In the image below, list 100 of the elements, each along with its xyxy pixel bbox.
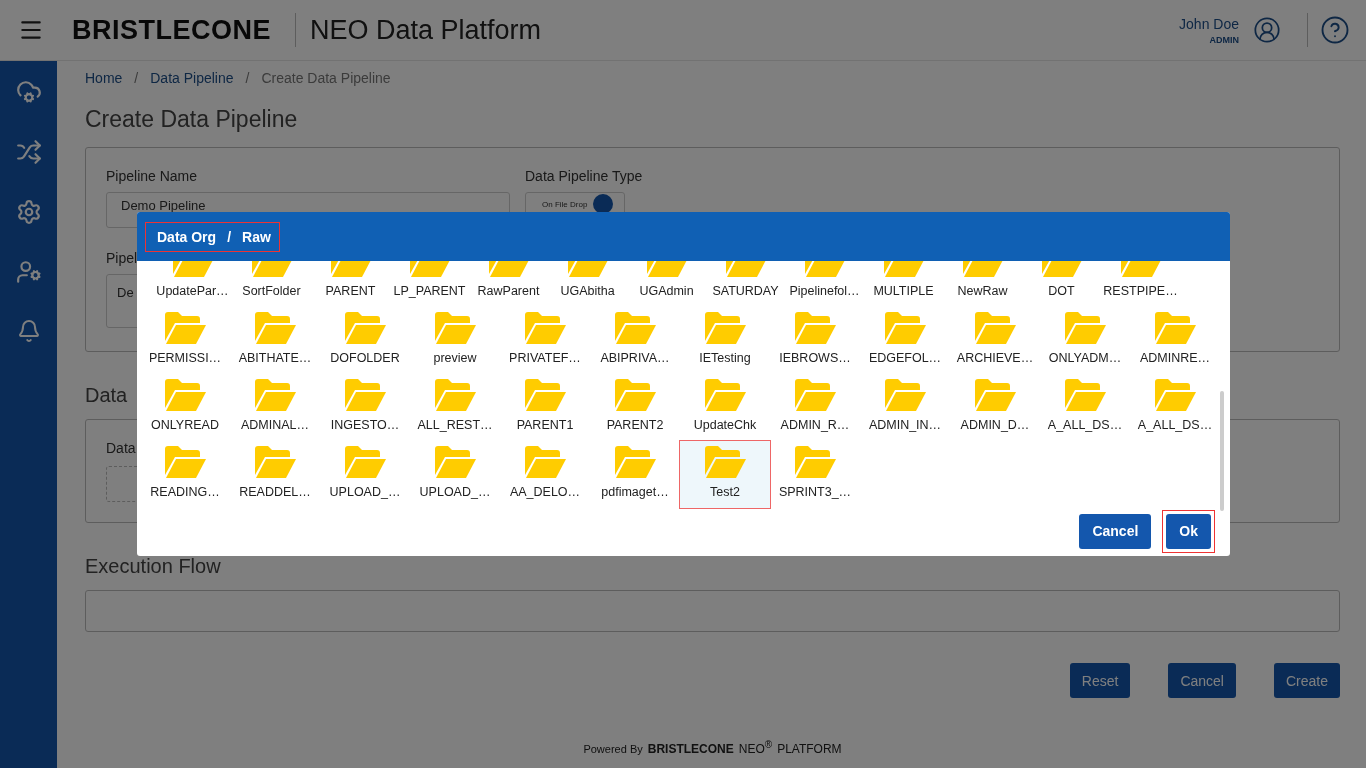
cloud-icon[interactable]	[15, 79, 42, 105]
folder-item[interactable]: PARENT2	[590, 374, 680, 441]
scrollbar[interactable]	[1220, 391, 1224, 511]
field-label: Data	[106, 440, 136, 456]
folder-icon	[613, 311, 657, 345]
folder-icon	[793, 378, 837, 412]
folder-item[interactable]: PARENT	[311, 261, 390, 307]
folder-item[interactable]: PERMISSI…	[140, 307, 230, 374]
folder-item[interactable]: A_ALL_DS…	[1040, 374, 1130, 441]
folder-item[interactable]: A_ALL_DS…	[1130, 374, 1220, 441]
product-name: NEO$^{®}$	[738, 739, 773, 756]
folder-item[interactable]: preview	[410, 307, 500, 374]
folder-icon	[1153, 378, 1197, 412]
folder-item[interactable]: Pipelinefol…	[785, 261, 864, 307]
folder-icon	[1063, 378, 1107, 412]
logo: BRISTLECONE	[72, 14, 271, 46]
dialog-button[interactable]: Cancel	[1079, 513, 1152, 549]
folder-item[interactable]: ARCHIEVE…	[950, 307, 1040, 374]
bell-icon[interactable]	[16, 319, 41, 343]
folder-icon	[253, 378, 297, 412]
user-name: John Doe	[1179, 15, 1239, 32]
field-label: Pipel	[106, 250, 138, 266]
folder-item[interactable]: ADMIN_IN…	[860, 374, 950, 441]
folder-item[interactable]: SortFolder	[232, 261, 311, 307]
help-icon[interactable]	[1320, 15, 1350, 45]
dialog-button[interactable]: Ok	[1166, 513, 1211, 549]
folder-icon	[793, 311, 837, 345]
folder-item[interactable]: ABITHATE…	[230, 307, 320, 374]
folder-item[interactable]: UPLOAD_…	[320, 441, 410, 508]
folder-item[interactable]: ADMIN_R…	[770, 374, 860, 441]
folder-item[interactable]: ALL_REST…	[410, 374, 500, 441]
folder-item[interactable]: ABIPRIVA…	[590, 307, 680, 374]
folder-item[interactable]: UGAbitha	[548, 261, 627, 307]
folder-item[interactable]: DOT	[1022, 261, 1101, 307]
action-button[interactable]: Reset	[1069, 663, 1131, 698]
product-suffix: PLATFORM	[777, 742, 842, 756]
folder-item[interactable]: IEBROWS…	[770, 307, 860, 374]
folder-icon	[433, 445, 477, 479]
folder-item[interactable]: UpdatePar…	[153, 261, 232, 307]
folder-icon	[343, 445, 387, 479]
folder-icon	[163, 445, 207, 479]
breadcrumb-separator: /	[245, 70, 250, 86]
folder-item[interactable]: RawParent	[469, 261, 548, 307]
action-button[interactable]: Create	[1273, 663, 1340, 698]
user-icon[interactable]	[1253, 16, 1281, 44]
folder-item[interactable]: NewRaw	[943, 261, 1022, 307]
folder-item[interactable]: PRIVATEF…	[500, 307, 590, 374]
folder-item[interactable]: pdfimaget…	[590, 441, 680, 508]
folder-icon	[433, 311, 477, 345]
folder-icon	[883, 311, 927, 345]
folder-item[interactable]: DOFOLDER	[320, 307, 410, 374]
folder-item[interactable]: MULTIPLE	[864, 261, 943, 307]
folder-icon	[793, 445, 837, 479]
breadcrumb-link[interactable]: Data Pipeline	[150, 70, 234, 86]
folder-item[interactable]: READING…	[140, 441, 230, 508]
path-separator: /	[227, 228, 231, 245]
folder-item[interactable]: UPLOAD_…	[410, 441, 500, 508]
folder-item[interactable]: INGESTO…	[320, 374, 410, 441]
folder-item[interactable]: RESTPIPE…	[1101, 261, 1180, 307]
folder-item[interactable]: EDGEFOL…	[860, 307, 950, 374]
folder-item[interactable]: ONLYADM…	[1040, 307, 1130, 374]
folder-item[interactable]: AA_DELO…	[500, 441, 590, 508]
folder-icon	[523, 311, 567, 345]
folder-item[interactable]: ADMIN_D…	[950, 374, 1040, 441]
breadcrumb-current: Create Data Pipeline	[261, 70, 391, 86]
folder-icon	[613, 378, 657, 412]
breadcrumb-link[interactable]: Home	[85, 70, 123, 86]
folder-icon	[343, 311, 387, 345]
field-label: Pipeline Name	[106, 168, 198, 184]
folder-item[interactable]: ADMINAL…	[230, 374, 320, 441]
folder-icon	[973, 311, 1017, 345]
user-icon[interactable]	[15, 259, 42, 285]
folder-item[interactable]: Test2	[680, 441, 770, 508]
page-title: Create Data Pipeline	[85, 106, 299, 133]
action-button[interactable]: Cancel	[1168, 663, 1236, 698]
shuffle-icon[interactable]	[15, 139, 42, 165]
folder-item[interactable]: READDEL…	[230, 441, 320, 508]
folder-item[interactable]: SPRINT3_…	[770, 441, 860, 508]
folder-item[interactable]: UpdateChk	[680, 374, 770, 441]
section-title: Data	[85, 384, 128, 407]
folder-item[interactable]: LP_PARENT	[390, 261, 469, 307]
folder-icon	[343, 378, 387, 412]
gear-icon[interactable]	[15, 199, 42, 225]
folder-icon	[703, 445, 747, 479]
folder-item[interactable]: IETesting	[680, 307, 770, 374]
folder-icon	[883, 378, 927, 412]
folder-icon	[523, 378, 567, 412]
path-segment[interactable]: Raw	[242, 228, 271, 245]
footer-logo: BRISTLECONE	[647, 742, 734, 756]
folder-item[interactable]: ONLYREAD	[140, 374, 230, 441]
folder-item[interactable]: PARENT1	[500, 374, 590, 441]
folder-icon	[703, 311, 747, 345]
path-segment[interactable]: Data Org	[157, 228, 217, 245]
folder-item[interactable]: SATURDAY	[706, 261, 785, 307]
folder-icon	[1153, 311, 1197, 345]
folder-item[interactable]: ADMINRE…	[1130, 307, 1220, 374]
folder-item[interactable]: UGAdmin	[627, 261, 706, 307]
folder-icon	[433, 378, 477, 412]
folder-icon	[253, 311, 297, 345]
folder-icon	[163, 378, 207, 412]
